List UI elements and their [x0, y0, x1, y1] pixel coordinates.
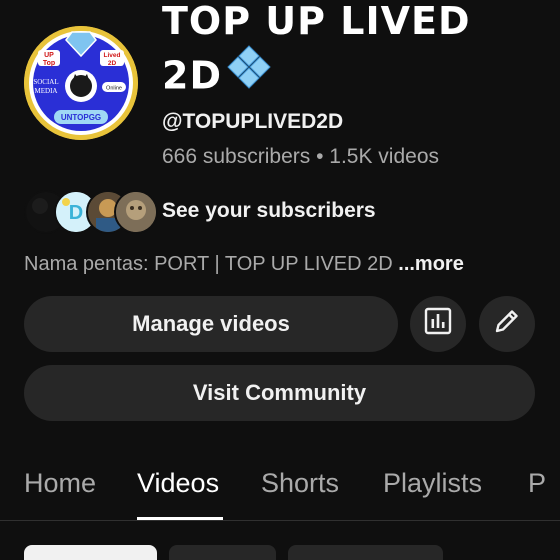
manage-videos-button[interactable]: Manage videos: [24, 296, 398, 352]
svg-text:MEDIA: MEDIA: [35, 87, 58, 95]
see-your-subscribers-link[interactable]: See your subscribers: [162, 199, 376, 223]
filter-chip-selected[interactable]: [24, 545, 157, 560]
tab-videos[interactable]: Videos: [137, 468, 219, 499]
svg-text:Lived: Lived: [104, 52, 121, 59]
edit-channel-button[interactable]: [479, 296, 535, 352]
channel-avatar-art: UP Top Lived 2D SOCIAL MEDIA Online UNTO…: [24, 26, 138, 140]
subscriber-avatar: [114, 190, 158, 234]
channel-title-line-2: 2D: [162, 53, 222, 98]
filter-chip[interactable]: [169, 545, 276, 560]
channel-page: UP Top Lived 2D SOCIAL MEDIA Online UNTO…: [0, 0, 560, 560]
tab-shorts[interactable]: Shorts: [261, 468, 339, 499]
blue-diamond-gem-icon: [226, 44, 272, 104]
channel-handle: @TOPUPLIVED2D: [162, 110, 344, 133]
svg-text:UNTOPGG: UNTOPGG: [61, 113, 101, 122]
channel-stats: 666 subscribers • 1.5K videos: [162, 145, 439, 168]
svg-text:Online: Online: [106, 86, 122, 92]
channel-title: TOP UP LIVED 2D: [162, 0, 471, 108]
manage-videos-label: Manage videos: [132, 311, 290, 336]
tab-playlists[interactable]: Playlists: [383, 468, 482, 499]
svg-text:UP: UP: [44, 52, 54, 59]
description-text: Nama pentas: PORT | TOP UP LIVED 2D: [24, 253, 399, 275]
pencil-edit-icon: [492, 306, 522, 342]
description-more-link[interactable]: ...more: [398, 253, 464, 275]
visit-community-label: Visit Community: [192, 380, 367, 405]
svg-text:SOCIAL: SOCIAL: [33, 78, 58, 86]
filter-chip[interactable]: [288, 545, 443, 560]
svg-text:2D: 2D: [108, 60, 117, 67]
channel-avatar[interactable]: UP Top Lived 2D SOCIAL MEDIA Online UNTO…: [24, 26, 138, 140]
tab-home[interactable]: Home: [24, 468, 96, 499]
analytics-bar-chart-icon: [423, 306, 453, 342]
channel-title-line-1: TOP UP LIVED: [162, 0, 471, 43]
subscriber-avatars[interactable]: D: [24, 190, 158, 234]
tab-posts-partial[interactable]: P: [528, 468, 546, 499]
active-tab-indicator: [137, 517, 223, 520]
analytics-button[interactable]: [410, 296, 466, 352]
svg-text:D: D: [69, 202, 83, 224]
visit-community-button[interactable]: Visit Community: [24, 365, 535, 421]
svg-text:Top: Top: [43, 60, 55, 67]
channel-tabs: Home Videos Shorts Playlists P: [0, 450, 560, 521]
channel-description[interactable]: Nama pentas: PORT | TOP UP LIVED 2D ...m…: [24, 253, 464, 276]
channel-title-line-2-wrap: 2D: [162, 45, 462, 108]
